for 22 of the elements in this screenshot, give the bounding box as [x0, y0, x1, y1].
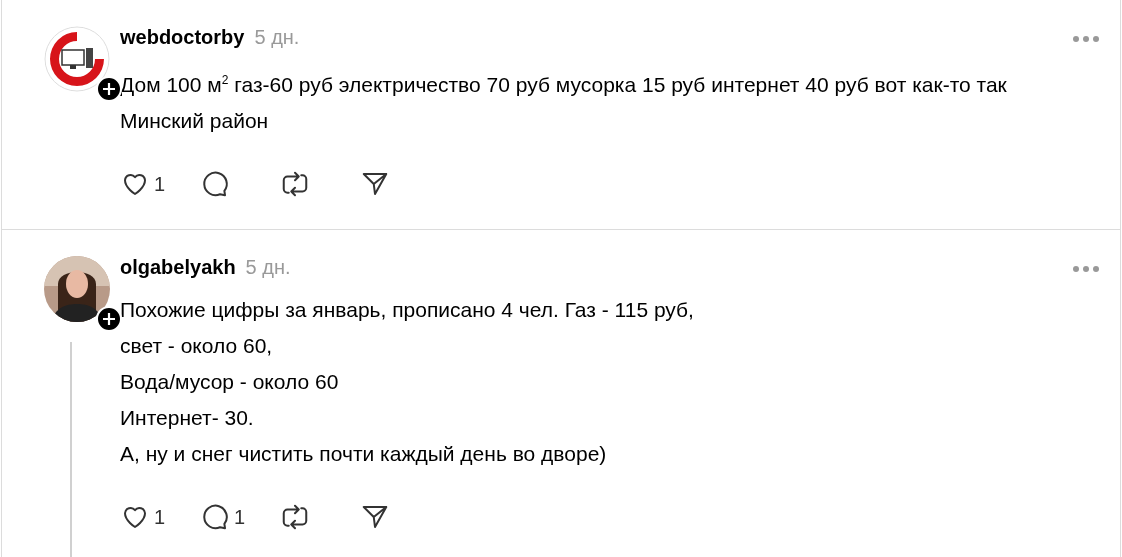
username[interactable]: olgabelyakh — [120, 256, 236, 279]
more-icon[interactable] — [1072, 35, 1100, 43]
repost-icon — [280, 169, 310, 199]
comment-text: Дом 100 м$^{2}$ газ-60 руб электричество 70 руб мусорка 15 руб интернет 40 руб вот как-то так Минский район — [120, 72, 1008, 134]
username[interactable]: webdoctorby — [120, 26, 245, 49]
like-button[interactable]: 1 — [120, 502, 200, 532]
comment-text: Похожие цифры за январь, прописано 4 чел. Газ - 115 руб, — [120, 297, 695, 323]
computer-logo-icon[interactable] — [44, 26, 110, 92]
follow-plus-icon[interactable] — [96, 76, 122, 102]
speech-bubble-icon — [200, 502, 230, 532]
timestamp: 5 дн. — [254, 26, 300, 49]
follow-plus-icon[interactable] — [96, 306, 122, 332]
repost-icon — [280, 502, 310, 532]
speech-bubble-icon — [200, 169, 230, 199]
like-button[interactable]: 1 — [120, 169, 200, 199]
comment-text: Вода/мусор - около 60 — [120, 369, 340, 395]
comment-text: свет - около 60, — [120, 333, 274, 359]
timestamp: 5 дн. — [245, 256, 291, 279]
more-icon[interactable] — [1072, 265, 1100, 273]
reply-button[interactable]: 1 — [200, 502, 280, 532]
comment-text: А, ну и снег чистить почти каждый день во дворе) — [120, 441, 608, 467]
comment-text: Интернет- 30. — [120, 405, 255, 431]
